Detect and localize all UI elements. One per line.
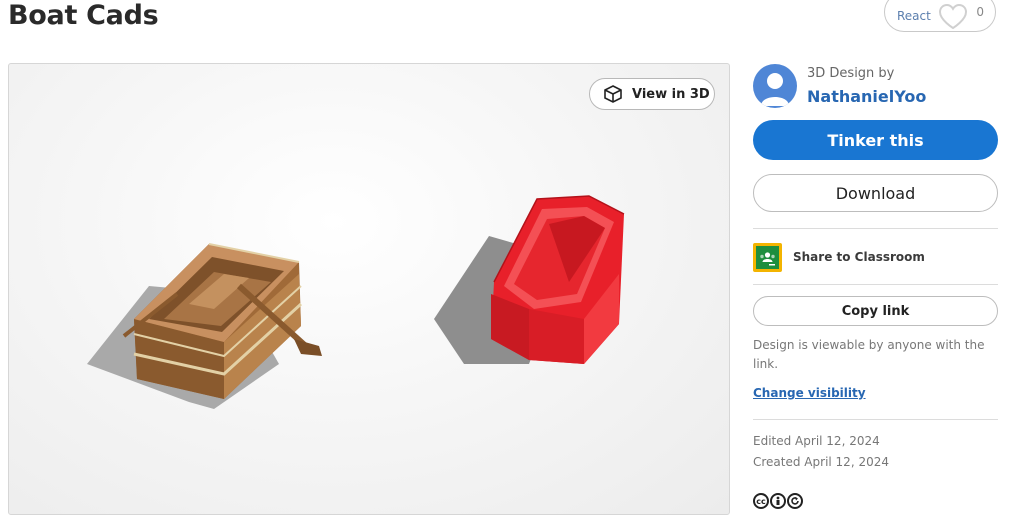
avatar[interactable] <box>753 64 797 108</box>
download-button[interactable]: Download <box>753 174 998 212</box>
byline: 3D Design by <box>807 66 895 81</box>
react-count: 0 <box>976 5 984 19</box>
view-in-3d-label: View in 3D <box>632 86 710 102</box>
react-label: React <box>897 9 931 23</box>
heart-icon <box>938 3 968 30</box>
cube-icon <box>604 85 622 103</box>
share-to-classroom-button[interactable]: Share to Classroom <box>753 242 925 272</box>
visibility-note: Design is viewable by anyone with the li… <box>753 338 985 371</box>
react-button[interactable]: React 0 <box>884 0 996 32</box>
edited-date: Edited April 12, 2024 <box>753 434 880 448</box>
author-link[interactable]: NathanielYoo <box>807 87 926 106</box>
page-title: Boat Cads <box>8 0 159 31</box>
share-to-classroom-label: Share to Classroom <box>793 250 925 264</box>
divider <box>753 419 998 420</box>
change-visibility-link[interactable]: Change visibility <box>753 386 866 400</box>
cc-icon: cc <box>753 493 769 509</box>
share-alike-icon <box>787 493 803 509</box>
google-classroom-icon <box>753 242 782 272</box>
divider <box>753 228 998 229</box>
created-date: Created April 12, 2024 <box>753 455 889 469</box>
divider <box>753 284 998 285</box>
design-viewer[interactable]: View in 3D <box>8 63 730 515</box>
tinker-this-button[interactable]: Tinker this <box>753 120 998 160</box>
user-icon <box>761 73 789 106</box>
view-in-3d-button[interactable]: View in 3D <box>589 78 715 110</box>
design-preview <box>87 195 625 409</box>
copy-link-button[interactable]: Copy link <box>753 296 998 326</box>
attribution-icon <box>770 493 786 509</box>
license-badge[interactable]: cc <box>753 493 803 509</box>
